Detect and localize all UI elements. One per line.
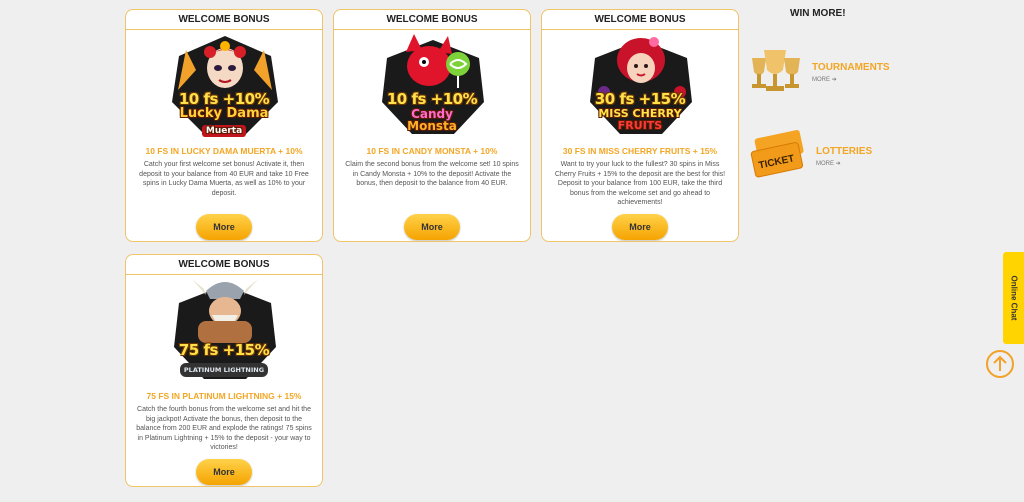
card-title: 10 FS IN LUCKY DAMA MUERTA + 10% [145, 146, 303, 156]
arrow-up-icon [993, 355, 1007, 371]
lotteries-more[interactable]: MORE ➔ [816, 160, 841, 167]
bonus-card-lucky-dama: WELCOME BONUS 10 fs +10% Lucky Dama Muer… [125, 9, 323, 242]
more-button[interactable]: More [196, 459, 252, 485]
lotteries-link[interactable]: TICKET LOTTERIES MORE ➔ [748, 130, 908, 182]
more-button[interactable]: More [404, 214, 460, 240]
card-title: 75 FS IN PLATINUM LIGHTNING + 15% [146, 391, 302, 401]
game-logo-platinum-lightning: 75 fs +15% PLATINUM LIGHTNING [126, 275, 322, 387]
win-more-title: WIN MORE! [790, 8, 846, 19]
game-logo-lucky-dama: 10 fs +10% Lucky Dama Muerta [126, 30, 322, 142]
tournaments-link[interactable]: TOURNAMENTS MORE ➔ [746, 44, 906, 96]
online-chat-tab[interactable]: Online Chat [1003, 252, 1024, 344]
scroll-to-top-button[interactable] [986, 350, 1014, 378]
card-description: Catch the fourth bonus from the welcome … [136, 406, 312, 451]
online-chat-label: Online Chat [1009, 275, 1018, 321]
card-header: WELCOME BONUS [126, 10, 322, 30]
ticket-icon: TICKET [748, 130, 812, 185]
card-description: Claim the second bonus from the welcome … [345, 161, 519, 187]
more-button[interactable]: More [196, 214, 252, 240]
card-header: WELCOME BONUS [334, 10, 530, 30]
trophies-icon [746, 44, 806, 101]
tournaments-more[interactable]: MORE ➔ [812, 76, 837, 83]
game-logo-text: 10 fs +10% Candy Monsta [386, 90, 478, 133]
card-description: Catch your first welcome set bonus! Acti… [139, 161, 309, 197]
card-header: WELCOME BONUS [542, 10, 738, 30]
more-button[interactable]: More [612, 214, 668, 240]
bonus-card-miss-cherry: WELCOME BONUS 30 fs +15% MISS CHERRY FRU… [541, 9, 739, 242]
game-logo-miss-cherry: 30 fs +15% MISS CHERRY FRUITS [542, 30, 738, 142]
bonus-card-candy-monsta: WELCOME BONUS 10 fs +10% Candy Monsta 10… [333, 9, 531, 242]
game-logo-text: 75 fs +15% PLATINUM LIGHTNING [126, 341, 322, 377]
game-logo-candy-monsta: 10 fs +10% Candy Monsta [334, 30, 530, 142]
lotteries-label: LOTTERIES [816, 146, 873, 157]
game-logo-text: 10 fs +10% Lucky Dama Muerta [178, 90, 270, 137]
bonus-card-platinum-lightning: WELCOME BONUS 75 fs +15% PLATINUM LIGHTN… [125, 254, 323, 487]
card-header: WELCOME BONUS [126, 255, 322, 275]
card-description: Want to try your luck to the fullest? 30… [554, 161, 726, 206]
game-logo-text: 30 fs +15% MISS CHERRY FRUITS [594, 90, 686, 132]
card-title: 30 FS IN MISS CHERRY FRUITS + 15% [562, 146, 718, 156]
tournaments-label: TOURNAMENTS [812, 62, 890, 73]
card-title: 10 FS IN CANDY MONSTA + 10% [366, 146, 498, 156]
